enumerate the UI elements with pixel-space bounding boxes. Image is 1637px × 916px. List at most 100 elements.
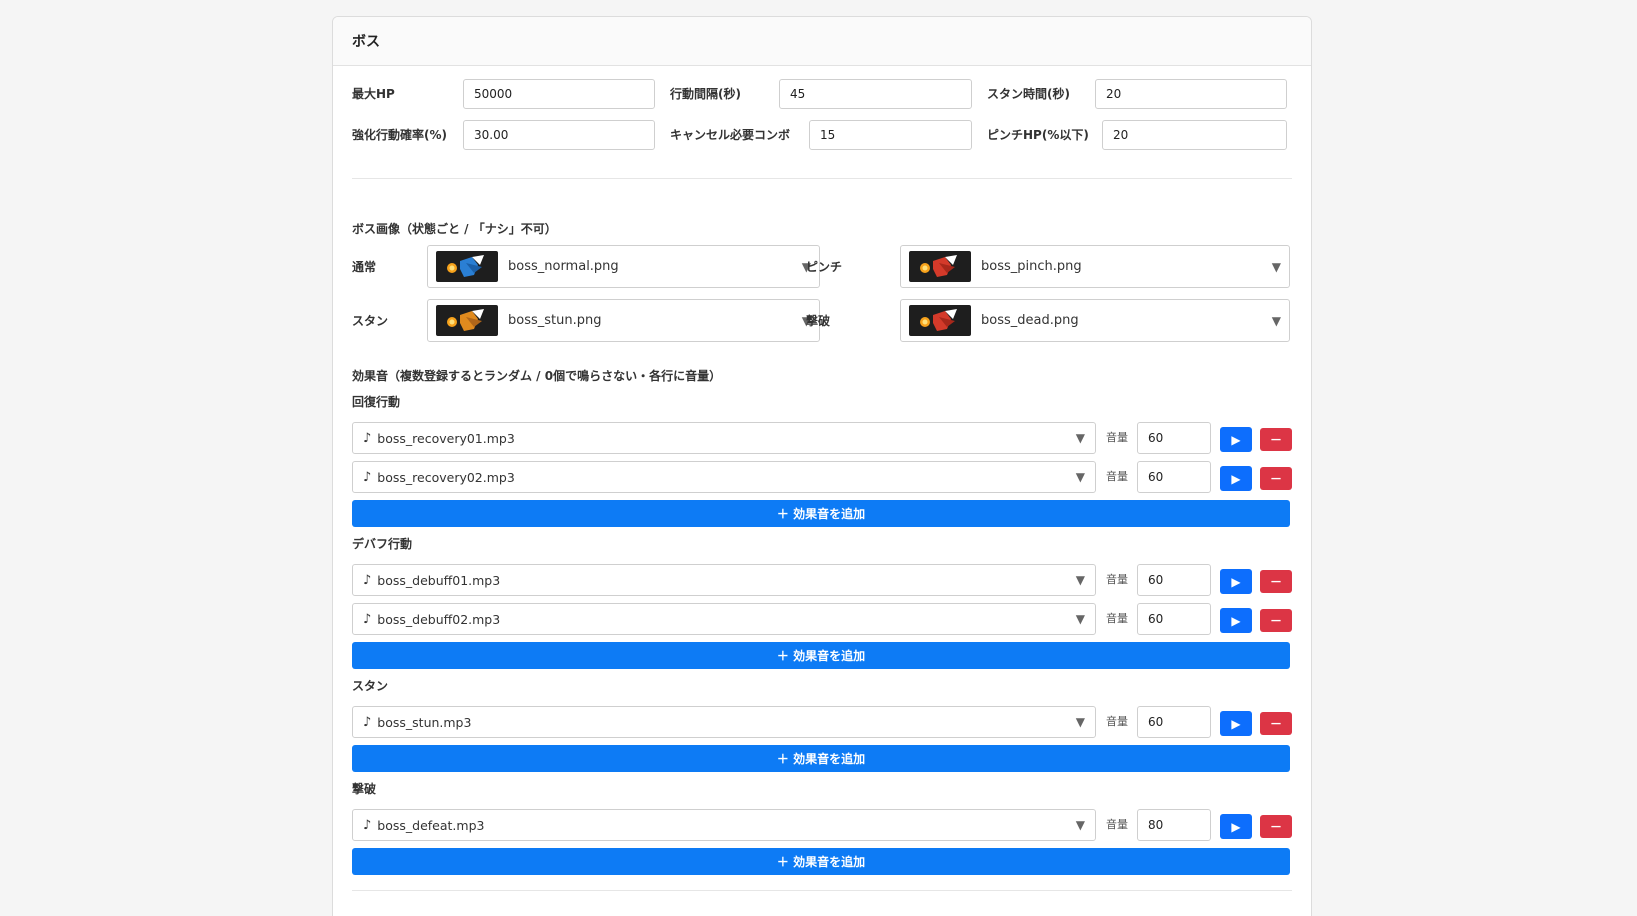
volume-input[interactable]: 60 <box>1137 461 1211 493</box>
play-icon: ▶ <box>1231 432 1241 447</box>
chevron-down-icon: ▼ <box>1075 612 1085 626</box>
chevron-down-icon: ▼ <box>1075 431 1085 445</box>
add-sound-button-stun[interactable]: ＋ 効果音を追加 <box>352 745 1290 772</box>
chevron-down-icon: ▼ <box>1075 470 1085 484</box>
chevron-down-icon: ▼ <box>1075 573 1085 587</box>
boss-dead-thumbnail <box>909 305 971 336</box>
remove-button[interactable]: － <box>1260 815 1292 838</box>
music-note-icon: ♪ <box>363 572 372 588</box>
chevron-down-icon: ▼ <box>1271 313 1281 328</box>
music-note-icon: ♪ <box>363 469 372 485</box>
sound-file: boss_stun.mp3 <box>377 714 472 730</box>
volume-label: 音量 <box>1106 818 1128 831</box>
image-select-dead[interactable]: boss_dead.png ▼ <box>900 299 1290 342</box>
action-interval-input[interactable]: 45 <box>779 79 972 109</box>
pinch-hp-label: ピンチHP(%以下) <box>987 128 1089 142</box>
play-icon: ▶ <box>1231 716 1241 731</box>
volume-input[interactable]: 60 <box>1137 422 1211 454</box>
sound-select-defeat-1[interactable]: ♪ boss_defeat.mp3 ▼ <box>352 809 1096 841</box>
image-label-stun: スタン <box>352 314 389 328</box>
minus-icon: － <box>1269 433 1282 447</box>
volume-label: 音量 <box>1106 612 1128 625</box>
divider <box>352 178 1292 179</box>
stun-time-label: スタン時間(秒) <box>987 87 1070 101</box>
add-sound-button-recovery[interactable]: ＋ 効果音を追加 <box>352 500 1290 527</box>
volume-input[interactable]: 80 <box>1137 809 1211 841</box>
max-hp-input[interactable]: 50000 <box>463 79 655 109</box>
image-file-pinch: boss_pinch.png <box>981 259 1082 274</box>
cancel-combo-input[interactable]: 15 <box>809 120 972 150</box>
image-select-normal[interactable]: boss_normal.png ▼ <box>427 245 820 288</box>
volume-label: 音量 <box>1106 431 1128 444</box>
sound-group-title-defeat: 撃破 <box>352 782 377 796</box>
music-note-icon: ♪ <box>363 611 372 627</box>
sound-group-title-recovery: 回復行動 <box>352 395 401 409</box>
panel-title: ボス <box>352 34 380 50</box>
play-button[interactable]: ▶ <box>1220 814 1252 839</box>
volume-label: 音量 <box>1106 715 1128 728</box>
music-note-icon: ♪ <box>363 714 372 730</box>
sound-group-title-debuff: デバフ行動 <box>352 537 413 551</box>
remove-button[interactable]: － <box>1260 712 1292 735</box>
sounds-section-title: 効果音（複数登録するとランダム / 0個で鳴らさない・各行に音量） <box>352 369 722 383</box>
max-hp-label: 最大HP <box>352 87 395 101</box>
sound-file: boss_debuff01.mp3 <box>377 572 501 588</box>
sound-select-recovery-2[interactable]: ♪ boss_recovery02.mp3 ▼ <box>352 461 1096 493</box>
images-section-title: ボス画像（状態ごと / 「ナシ」不可） <box>352 222 557 236</box>
play-button[interactable]: ▶ <box>1220 711 1252 736</box>
minus-icon: － <box>1269 614 1282 628</box>
volume-label: 音量 <box>1106 573 1128 586</box>
minus-icon: － <box>1269 820 1282 834</box>
divider <box>352 890 1292 891</box>
chevron-down-icon: ▼ <box>1075 818 1085 832</box>
boss-stun-thumbnail <box>436 305 498 336</box>
chevron-down-icon: ▼ <box>1271 259 1281 274</box>
volume-label: 音量 <box>1106 470 1128 483</box>
sound-file: boss_defeat.mp3 <box>377 817 485 833</box>
chevron-down-icon: ▼ <box>1075 715 1085 729</box>
add-sound-button-defeat[interactable]: ＋ 効果音を追加 <box>352 848 1290 875</box>
play-button[interactable]: ▶ <box>1220 427 1252 452</box>
minus-icon: － <box>1269 472 1282 486</box>
sound-select-recovery-1[interactable]: ♪ boss_recovery01.mp3 ▼ <box>352 422 1096 454</box>
play-icon: ▶ <box>1231 613 1241 628</box>
image-file-normal: boss_normal.png <box>508 259 619 274</box>
volume-input[interactable]: 60 <box>1137 706 1211 738</box>
remove-button[interactable]: － <box>1260 570 1292 593</box>
enhanced-rate-input[interactable]: 30.00 <box>463 120 655 150</box>
image-file-stun: boss_stun.png <box>508 313 602 328</box>
stun-time-input[interactable]: 20 <box>1095 79 1287 109</box>
music-note-icon: ♪ <box>363 817 372 833</box>
minus-icon: － <box>1269 717 1282 731</box>
sound-select-debuff-1[interactable]: ♪ boss_debuff01.mp3 ▼ <box>352 564 1096 596</box>
image-label-dead: 撃破 <box>806 314 831 328</box>
image-label-normal: 通常 <box>352 260 377 274</box>
cancel-combo-label: キャンセル必要コンボ <box>670 128 791 142</box>
boss-panel: ボス 最大HP 50000 行動間隔(秒) 45 スタン時間(秒) 20 強化行… <box>332 16 1312 916</box>
music-note-icon: ♪ <box>363 430 372 446</box>
pinch-hp-input[interactable]: 20 <box>1102 120 1287 150</box>
play-icon: ▶ <box>1231 574 1241 589</box>
image-select-pinch[interactable]: boss_pinch.png ▼ <box>900 245 1290 288</box>
remove-button[interactable]: － <box>1260 609 1292 632</box>
play-icon: ▶ <box>1231 819 1241 834</box>
play-icon: ▶ <box>1231 471 1241 486</box>
add-sound-button-debuff[interactable]: ＋ 効果音を追加 <box>352 642 1290 669</box>
panel-header: ボス <box>333 17 1311 66</box>
play-button[interactable]: ▶ <box>1220 608 1252 633</box>
boss-pinch-thumbnail <box>909 251 971 282</box>
sound-file: boss_recovery01.mp3 <box>377 430 515 446</box>
remove-button[interactable]: － <box>1260 428 1292 451</box>
play-button[interactable]: ▶ <box>1220 466 1252 491</box>
image-file-dead: boss_dead.png <box>981 313 1079 328</box>
boss-normal-thumbnail <box>436 251 498 282</box>
sound-group-title-stun: スタン <box>352 679 389 693</box>
remove-button[interactable]: － <box>1260 467 1292 490</box>
play-button[interactable]: ▶ <box>1220 569 1252 594</box>
image-select-stun[interactable]: boss_stun.png ▼ <box>427 299 820 342</box>
volume-input[interactable]: 60 <box>1137 564 1211 596</box>
volume-input[interactable]: 60 <box>1137 603 1211 635</box>
sound-select-debuff-2[interactable]: ♪ boss_debuff02.mp3 ▼ <box>352 603 1096 635</box>
minus-icon: － <box>1269 575 1282 589</box>
sound-select-stun-1[interactable]: ♪ boss_stun.mp3 ▼ <box>352 706 1096 738</box>
